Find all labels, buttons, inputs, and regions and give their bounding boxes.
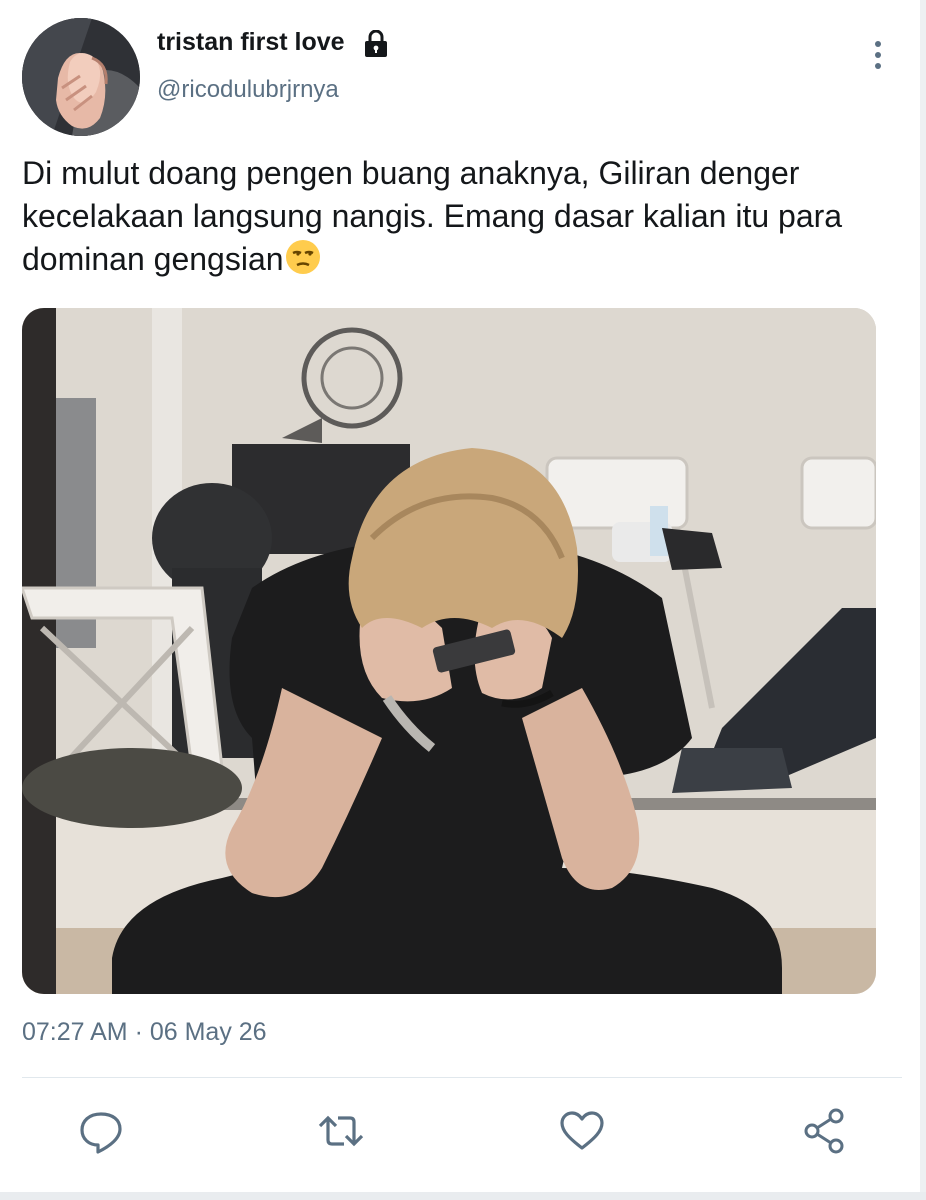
tweet-text-body: Di mulut doang pengen buang anaknya, Gil… [22,155,843,277]
more-options-button[interactable] [862,38,894,74]
avatar[interactable] [22,18,140,136]
unamused-face-icon [284,238,322,276]
dot-icon [875,63,881,69]
tweet-timestamp[interactable]: 07:27 AM · 06 May 26 [22,1018,267,1047]
reply-icon [80,1112,122,1154]
tweet-text: Di mulut doang pengen buang anaknya, Gil… [22,152,902,281]
lock-icon [361,29,391,58]
tweet-actions-bar [0,1096,926,1166]
share-button[interactable] [800,1106,850,1156]
share-icon [804,1108,844,1154]
divider [22,1077,902,1078]
display-name[interactable]: tristan first love [157,28,345,57]
screen-edge [0,1192,926,1200]
dot-icon [875,41,881,47]
tweet-photo[interactable] [22,308,876,994]
retweet-button[interactable] [316,1106,366,1156]
retweet-icon [318,1115,364,1147]
reply-button[interactable] [76,1106,126,1156]
heart-icon [560,1111,604,1150]
handle[interactable]: @ricodulubrjrnya [157,76,339,104]
like-button[interactable] [557,1106,607,1156]
screen-edge [920,0,926,1200]
tweet-header: tristan first love @ricodulubrjrnya [0,0,926,140]
dot-icon [875,52,881,58]
